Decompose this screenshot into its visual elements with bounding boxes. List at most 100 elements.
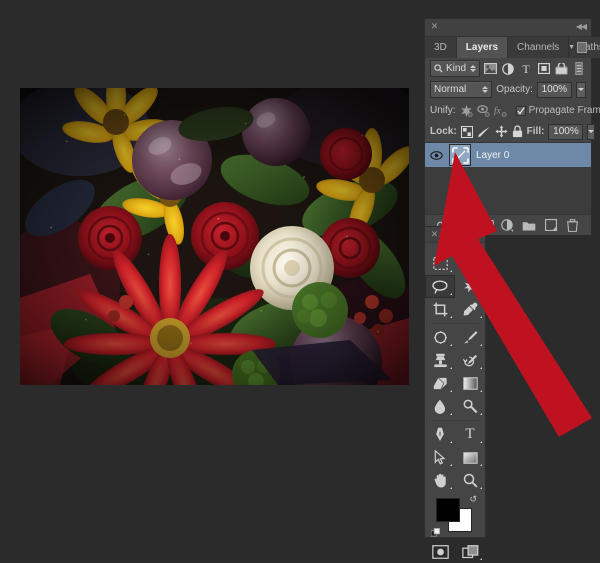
crop-icon	[433, 302, 447, 317]
filter-kind-label: Kind	[446, 63, 467, 74]
screen-mode-button[interactable]	[455, 540, 485, 563]
pen-icon	[436, 427, 444, 441]
dodge-tool[interactable]	[455, 395, 485, 418]
svg-text:fx: fx	[494, 106, 502, 116]
lock-label: Lock:	[430, 126, 457, 137]
layer-name[interactable]: Layer 0	[476, 150, 509, 161]
screen-mode-icon	[461, 544, 478, 558]
tab-layers[interactable]: Layers	[456, 37, 509, 58]
filter-toggle-icon[interactable]	[572, 61, 586, 76]
chevron-updown-icon[interactable]	[469, 65, 476, 72]
panel-tab-bar[interactable]: 3D Layers Channels Paths ▼	[425, 37, 600, 58]
document-image[interactable]	[20, 88, 409, 385]
opacity-input[interactable]: 100%	[536, 81, 572, 98]
layer-row[interactable]: Layer 0	[425, 143, 591, 167]
default-colors-icon[interactable]	[431, 528, 440, 537]
layers-panel[interactable]: ✕ ◀◀ 3D Layers Channels Paths ▼ Kind	[424, 18, 600, 235]
color-swatches[interactable]: ↺	[425, 492, 485, 540]
filter-pixel-layers-icon[interactable]	[484, 61, 498, 76]
layer-thumbnail[interactable]	[449, 144, 471, 166]
fill-dropdown-button[interactable]	[587, 123, 596, 140]
unify-layer-visibility-icon[interactable]	[476, 103, 490, 118]
path-selection-tool[interactable]	[425, 446, 455, 469]
layer-filter-row[interactable]: Kind T	[425, 58, 591, 79]
eyedropper-icon	[463, 302, 477, 316]
new-fill-adjustment-layer-button[interactable]	[500, 218, 515, 233]
clone-stamp-tool[interactable]	[425, 349, 455, 372]
filter-shape-layers-icon[interactable]	[537, 61, 551, 76]
filter-type-layers-icon[interactable]: T	[519, 61, 533, 76]
blur-drop-icon	[434, 399, 446, 414]
pen-tool[interactable]	[425, 423, 455, 446]
magnifier-icon	[463, 473, 478, 488]
lasso-tool[interactable]	[425, 275, 455, 298]
canvas-area[interactable]	[0, 0, 420, 546]
delete-layer-button[interactable]	[565, 218, 580, 233]
chevron-updown-icon[interactable]	[482, 86, 489, 93]
unify-layer-style-icon[interactable]: fx	[494, 103, 507, 118]
marquee-icon	[432, 257, 448, 270]
tab-channels[interactable]: Channels	[508, 37, 570, 58]
tools-grid-group-1[interactable]	[425, 252, 485, 321]
tab-3d[interactable]: 3D	[425, 37, 457, 58]
tools-panel[interactable]: ✕ ◀◀ T ↺	[424, 226, 486, 560]
brush-tool[interactable]	[455, 326, 485, 349]
blend-mode-select[interactable]: Normal	[430, 81, 493, 98]
new-layer-button[interactable]	[543, 218, 558, 233]
filter-adjustment-layers-icon[interactable]	[502, 61, 516, 76]
opacity-label: Opacity:	[496, 84, 533, 95]
tab-label: Channels	[517, 42, 560, 53]
fill-label: Fill:	[526, 126, 545, 137]
unify-layer-position-icon[interactable]	[460, 103, 473, 118]
panel-menu-icon[interactable]: ▼	[568, 42, 587, 53]
eye-icon[interactable]	[429, 150, 444, 160]
fill-input[interactable]: 100%	[548, 123, 584, 140]
smart-object-transform-icon	[451, 146, 469, 164]
new-layer-icon	[544, 219, 557, 231]
filter-smart-object-layers-icon[interactable]	[555, 61, 569, 76]
lock-row[interactable]: Lock: Fill: 100%	[425, 121, 596, 142]
filter-kind-select[interactable]: Kind	[430, 60, 480, 77]
lock-image-pixels-icon[interactable]	[477, 124, 491, 139]
quick-mask-button[interactable]	[425, 540, 455, 563]
opacity-dropdown-button[interactable]	[575, 81, 586, 98]
blur-tool[interactable]	[425, 395, 455, 418]
lock-all-icon[interactable]	[512, 124, 523, 139]
unify-label: Unify:	[430, 105, 456, 116]
type-tool[interactable]: T	[455, 423, 485, 446]
swap-colors-icon[interactable]: ↺	[469, 494, 477, 505]
double-chevron-icon[interactable]: ◀◀	[576, 22, 587, 31]
close-icon[interactable]: ✕	[430, 230, 439, 239]
zoom-tool[interactable]	[455, 469, 485, 492]
tools-bottom-buttons[interactable]	[425, 540, 485, 563]
eraser-tool[interactable]	[425, 372, 455, 395]
fill-value: 100%	[553, 126, 579, 137]
lock-position-icon[interactable]	[495, 124, 508, 139]
tools-panel-header: ✕ ◀◀	[425, 227, 485, 243]
close-icon[interactable]: ✕	[430, 22, 439, 31]
rectangle-tool[interactable]	[455, 446, 485, 469]
eyedropper-tool[interactable]	[455, 298, 485, 321]
history-brush-tool[interactable]	[455, 349, 485, 372]
magic-wand-tool[interactable]	[455, 275, 485, 298]
propagate-frame-checkbox[interactable]: Propagate Frame 1	[515, 105, 600, 116]
move-tool[interactable]	[455, 252, 485, 275]
hand-tool[interactable]	[425, 469, 455, 492]
tools-grid-group-3[interactable]: T	[425, 423, 485, 492]
half-circle-icon	[501, 218, 515, 232]
lock-transparent-pixels-icon[interactable]	[460, 124, 473, 139]
spot-healing-brush-tool[interactable]	[425, 326, 455, 349]
tools-drag-grip[interactable]	[425, 243, 485, 252]
foreground-color-swatch[interactable]	[436, 498, 460, 522]
blend-mode-row[interactable]: Normal Opacity: 100%	[425, 79, 591, 100]
tools-grid-group-2[interactable]	[425, 326, 485, 418]
gradient-tool[interactable]	[455, 372, 485, 395]
new-group-button[interactable]	[522, 218, 537, 233]
layer-list[interactable]: Layer 0	[425, 142, 591, 215]
rectangular-marquee-tool[interactable]	[425, 252, 455, 275]
animation-unify-row[interactable]: Unify: fx Propagate Fram	[425, 100, 600, 121]
photoshop-window: ✕ ◀◀ 3D Layers Channels Paths ▼ Kind	[0, 0, 600, 560]
double-chevron-icon[interactable]: ◀◀	[470, 230, 481, 239]
crop-tool[interactable]	[425, 298, 455, 321]
arrow-pointer-icon	[434, 450, 446, 465]
